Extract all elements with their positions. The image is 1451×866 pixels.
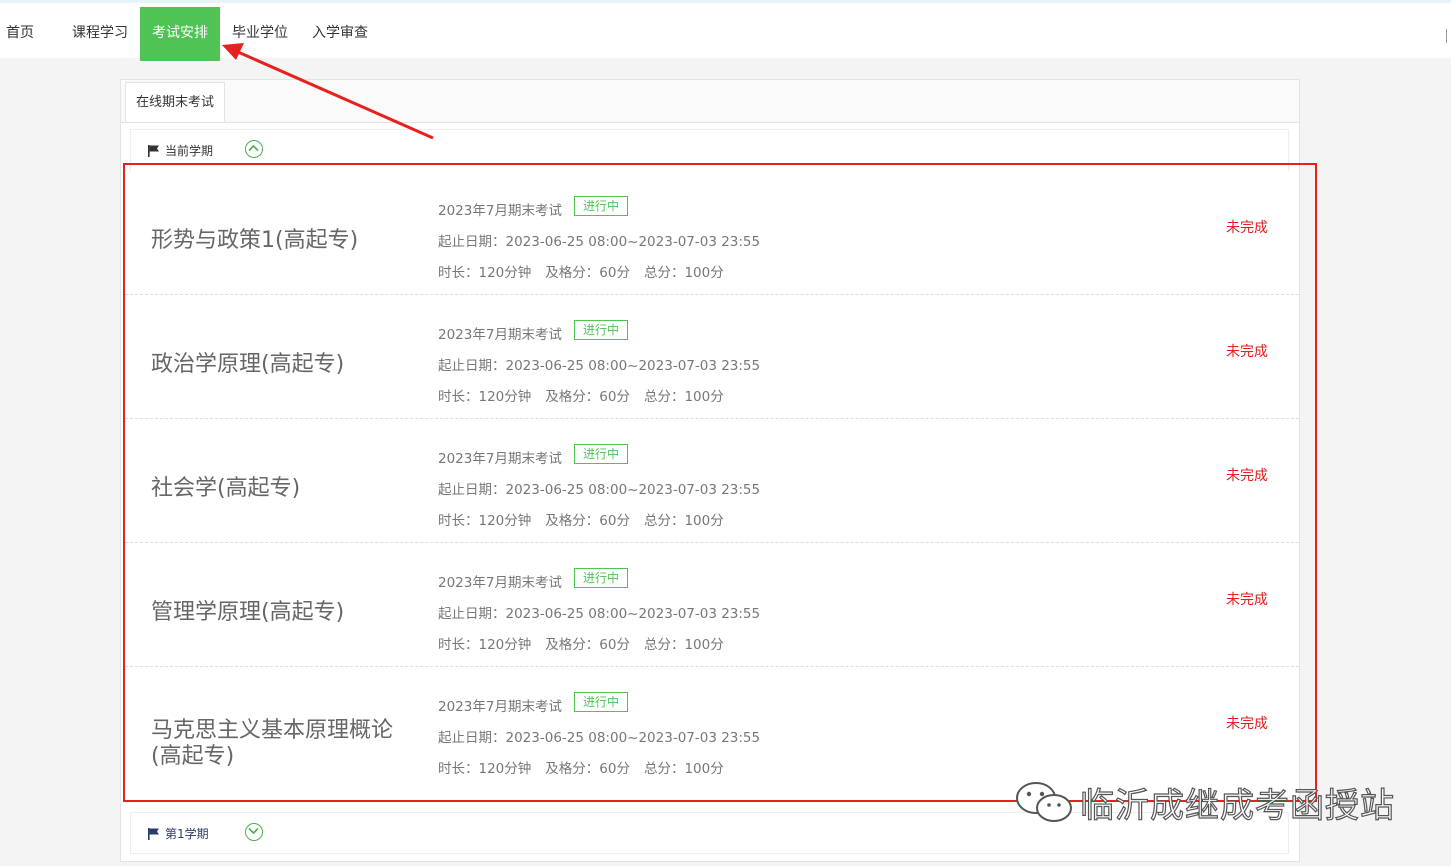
flag-icon <box>148 145 159 157</box>
completion-status[interactable]: 未完成 <box>1226 217 1268 237</box>
total-score: 总分：100分 <box>643 761 724 777</box>
total-score: 总分：100分 <box>643 389 724 405</box>
date-range: 2023-06-25 08:00~2023-07-03 23:55 <box>505 606 761 622</box>
exam-date: 起止日期：2023-06-25 08:00~2023-07-03 23:55 <box>438 230 760 250</box>
pass-score: 及格分：60分 <box>545 637 630 653</box>
top-nav-bar: 首页 课程学习 考试安排 毕业学位 入学审查 <box>0 0 1451 61</box>
exam-date: 起止日期：2023-06-25 08:00~2023-07-03 23:55 <box>438 602 760 622</box>
completion-status[interactable]: 未完成 <box>1226 465 1268 485</box>
date-label: 起止日期： <box>438 358 506 374</box>
exam-date: 起止日期：2023-06-25 08:00~2023-07-03 23:55 <box>438 354 760 374</box>
exam-meta: 时长：120分钟 及格分：60分 总分：100分 <box>438 261 724 281</box>
course-name: 社会学(高起专) <box>151 476 301 501</box>
duration: 时长：120分钟 <box>438 265 532 281</box>
exam-title: 2023年7月期末考试 <box>438 575 562 591</box>
completion-status[interactable]: 未完成 <box>1226 341 1268 361</box>
nav-item-graduation[interactable]: 毕业学位 <box>220 7 300 61</box>
wechat-icon <box>1016 782 1072 822</box>
date-label: 起止日期： <box>438 482 506 498</box>
panel-tab-bar: 在线期末考试 <box>121 80 1299 123</box>
date-label: 起止日期： <box>438 606 506 622</box>
course-name: 政治学原理(高起专) <box>151 352 345 377</box>
tab-online-final-exam[interactable]: 在线期末考试 <box>125 82 226 122</box>
watermark-text: 临沂成继成考函授站 <box>1079 785 1395 826</box>
status-badge: 进行中 <box>574 444 629 464</box>
duration: 时长：120分钟 <box>438 513 532 529</box>
status-badge: 进行中 <box>574 568 629 588</box>
exam-date: 起止日期：2023-06-25 08:00~2023-07-03 23:55 <box>438 726 760 746</box>
nav-item-admission-review[interactable]: 入学审查 <box>300 7 380 61</box>
exam-title: 2023年7月期末考试 <box>438 699 562 715</box>
pass-score: 及格分：60分 <box>545 389 630 405</box>
exam-date: 起止日期：2023-06-25 08:00~2023-07-03 23:55 <box>438 478 760 498</box>
course-name: 管理学原理(高起专) <box>151 600 345 625</box>
pass-score: 及格分：60分 <box>545 265 630 281</box>
exam-title: 2023年7月期末考试 <box>438 327 562 343</box>
total-score: 总分：100分 <box>643 265 724 281</box>
current-term-label: 当前学期 <box>165 144 214 158</box>
exam-title: 2023年7月期末考试 <box>438 203 562 219</box>
nav-item-exam-schedule[interactable]: 考试安排 <box>140 7 220 61</box>
term-1-label: 第1学期 <box>165 827 209 841</box>
course-name: 形势与政策1(高起专) <box>151 228 359 253</box>
status-badge: 进行中 <box>574 692 629 712</box>
exam-title: 2023年7月期末考试 <box>438 451 562 467</box>
total-score: 总分：100分 <box>643 513 724 529</box>
pass-score: 及格分：60分 <box>545 513 630 529</box>
duration: 时长：120分钟 <box>438 637 532 653</box>
scroll-edge-mark <box>1446 29 1450 43</box>
nav-item-courses[interactable]: 课程学习 <box>60 7 140 61</box>
exam-row[interactable]: 政治学原理(高起专) 2023年7月期末考试 进行中 起止日期：2023-06-… <box>125 295 1299 419</box>
exam-row[interactable]: 马克思主义基本原理概论(高起专) 2023年7月期末考试 进行中 起止日期：20… <box>125 667 1299 791</box>
nav-item-home[interactable]: 首页 <box>0 7 40 61</box>
date-range: 2023-06-25 08:00~2023-07-03 23:55 <box>505 358 761 374</box>
status-badge: 进行中 <box>574 320 629 340</box>
completion-status[interactable]: 未完成 <box>1226 589 1268 609</box>
chevron-up-icon[interactable] <box>245 140 263 158</box>
date-range: 2023-06-25 08:00~2023-07-03 23:55 <box>505 234 761 250</box>
exam-meta: 时长：120分钟 及格分：60分 总分：100分 <box>438 757 724 777</box>
chevron-down-icon[interactable] <box>245 823 263 841</box>
flag-icon <box>148 828 159 840</box>
duration: 时长：120分钟 <box>438 761 532 777</box>
exam-row[interactable]: 管理学原理(高起专) 2023年7月期末考试 进行中 起止日期：2023-06-… <box>125 543 1299 667</box>
course-name: 马克思主义基本原理概论(高起专) <box>151 718 394 769</box>
date-range: 2023-06-25 08:00~2023-07-03 23:55 <box>505 482 761 498</box>
exam-meta: 时长：120分钟 及格分：60分 总分：100分 <box>438 385 724 405</box>
total-score: 总分：100分 <box>643 637 724 653</box>
pass-score: 及格分：60分 <box>545 761 630 777</box>
completion-status[interactable]: 未完成 <box>1226 713 1268 733</box>
exam-meta: 时长：120分钟 及格分：60分 总分：100分 <box>438 509 724 529</box>
date-label: 起止日期： <box>438 234 506 250</box>
exam-meta: 时长：120分钟 及格分：60分 总分：100分 <box>438 633 724 653</box>
status-badge: 进行中 <box>574 196 629 216</box>
current-term-header[interactable]: 当前学期 <box>130 129 1289 171</box>
date-label: 起止日期： <box>438 730 506 746</box>
exam-list: 形势与政策1(高起专) 2023年7月期末考试 进行中 起止日期：2023-06… <box>125 171 1299 801</box>
duration: 时长：120分钟 <box>438 389 532 405</box>
exam-row[interactable]: 形势与政策1(高起专) 2023年7月期末考试 进行中 起止日期：2023-06… <box>125 171 1299 295</box>
date-range: 2023-06-25 08:00~2023-07-03 23:55 <box>505 730 761 746</box>
exam-row[interactable]: 社会学(高起专) 2023年7月期末考试 进行中 起止日期：2023-06-25… <box>125 419 1299 543</box>
